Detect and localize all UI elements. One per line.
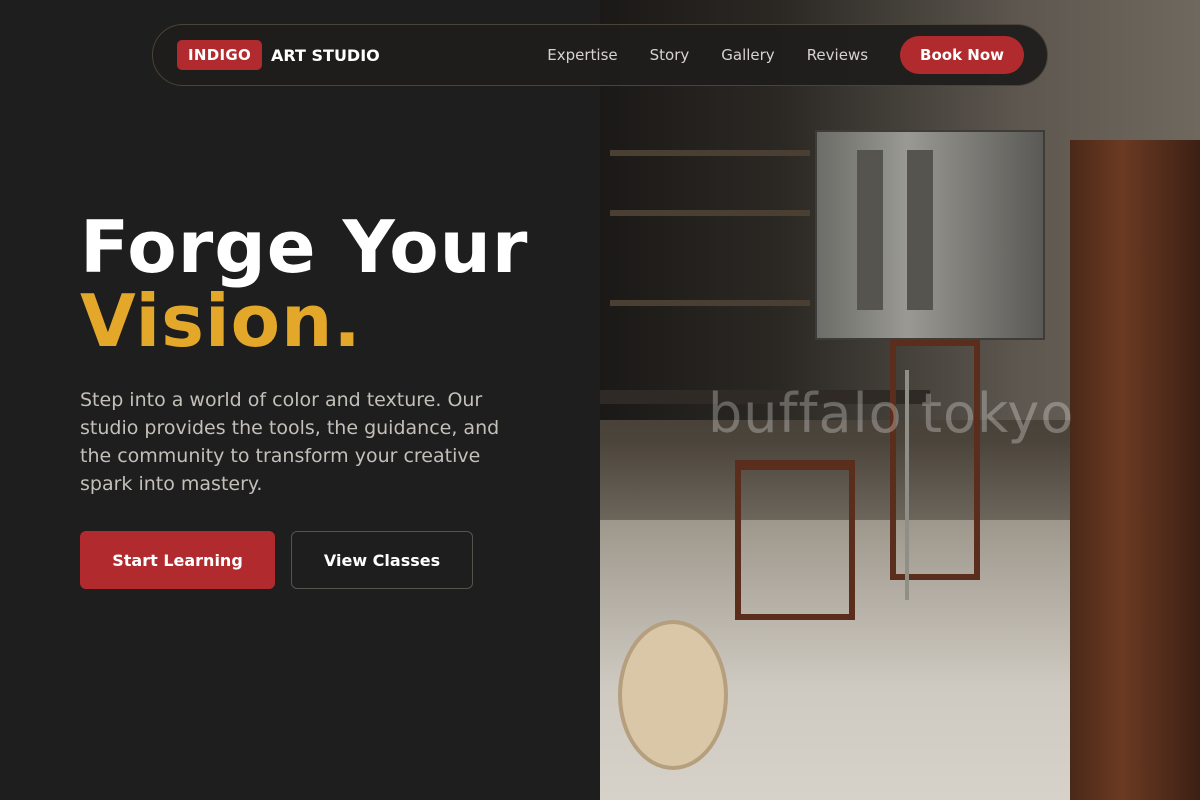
book-now-button[interactable]: Book Now <box>900 36 1024 74</box>
clay-plate <box>618 620 728 770</box>
logo-badge[interactable]: INDIGO <box>177 40 263 70</box>
image-watermark: buffalo tokyo <box>708 382 1075 445</box>
hero-description: Step into a world of color and texture. … <box>80 389 500 495</box>
kiln-door <box>907 150 933 310</box>
kiln-door <box>857 150 883 310</box>
top-navbar: INDIGO ART STUDIO Expertise Story Galler… <box>152 24 1048 86</box>
hero-image-studio: buffalo tokyo <box>600 0 1200 800</box>
hero-section: Forge Your Vision. Step into a world of … <box>80 210 580 589</box>
hero-title-accent: Vision. <box>80 279 362 363</box>
nav-link-reviews[interactable]: Reviews <box>807 46 868 64</box>
nav-link-gallery[interactable]: Gallery <box>721 46 774 64</box>
wooden-rack <box>1070 140 1200 800</box>
chair <box>890 340 980 580</box>
nav-link-expertise[interactable]: Expertise <box>547 46 617 64</box>
studio-shelf <box>610 150 810 156</box>
nav-links: Expertise Story Gallery Reviews Book Now <box>547 36 1024 74</box>
kiln <box>815 130 1045 340</box>
studio-shelf <box>610 300 810 306</box>
logo-text[interactable]: ART STUDIO <box>271 46 380 65</box>
hero-buttons: Start Learning View Classes <box>80 531 580 589</box>
nav-link-story[interactable]: Story <box>650 46 690 64</box>
start-learning-button[interactable]: Start Learning <box>80 531 275 589</box>
chair <box>735 460 855 620</box>
hero-title: Forge Your <box>80 205 529 289</box>
studio-shelf <box>610 210 810 216</box>
view-classes-button[interactable]: View Classes <box>291 531 473 589</box>
